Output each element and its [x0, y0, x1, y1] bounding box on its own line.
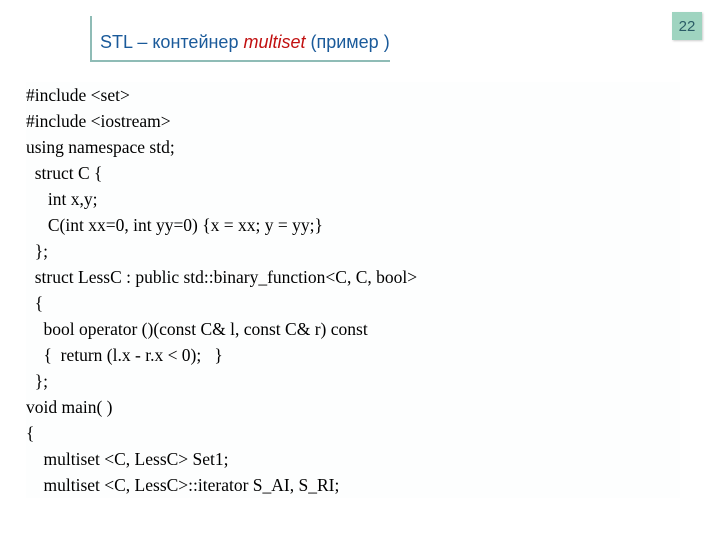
slide: 22 STL – контейнер multiset (пример ) #i… — [0, 0, 720, 540]
code-line: struct C { — [26, 160, 680, 186]
title-suffix: (пример ) — [305, 32, 389, 52]
code-block: #include <set> #include <iostream> using… — [26, 82, 680, 498]
title-keyword: multiset — [243, 32, 305, 52]
code-line: void main( ) — [26, 394, 680, 420]
code-line: #include <iostream> — [26, 108, 680, 134]
code-line: using namespace std; — [26, 134, 680, 160]
code-line: multiset <C, LessC> Set1; — [26, 446, 680, 472]
code-line: int x,y; — [26, 186, 680, 212]
code-line: { — [26, 290, 680, 316]
title-prefix: STL – контейнер — [100, 32, 243, 52]
code-line: bool operator ()(const C& l, const C& r)… — [26, 316, 680, 342]
slide-title: STL – контейнер multiset (пример ) — [100, 32, 390, 53]
code-line: C(int xx=0, int yy=0) {x = xx; y = yy;} — [26, 212, 680, 238]
code-line: #include <set> — [26, 82, 680, 108]
page-number-badge: 22 — [672, 12, 702, 40]
title-rule-horizontal — [90, 60, 390, 62]
code-line: { return (l.x - r.x < 0); } — [26, 342, 680, 368]
code-line: }; — [26, 238, 680, 264]
title-rule-vertical — [90, 16, 92, 62]
page-number: 22 — [679, 18, 696, 35]
code-line: struct LessC : public std::binary_functi… — [26, 264, 680, 290]
code-line: multiset <C, LessC>::iterator S_AI, S_RI… — [26, 472, 680, 498]
code-line: }; — [26, 368, 680, 394]
code-line: { — [26, 420, 680, 446]
